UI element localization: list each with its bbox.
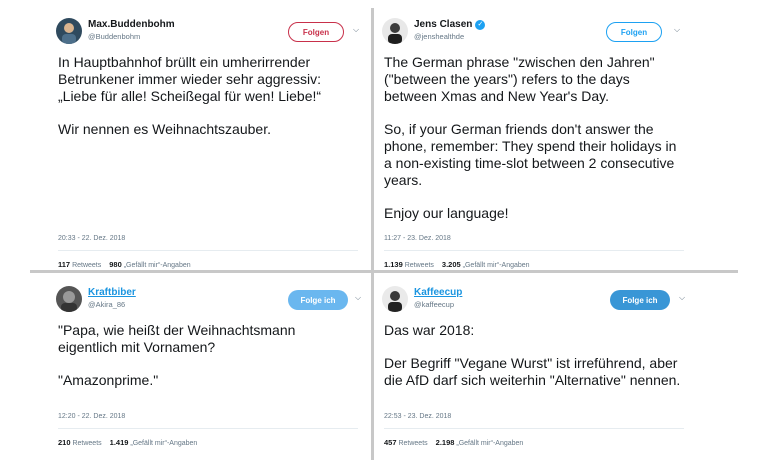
tweet-card-kraftbiber: Kraftbiber @Akira_86 Folge ich ⌵ "Papa, … (50, 278, 368, 458)
panel-divider-horizontal (30, 270, 738, 273)
user-handle[interactable]: @jenshealthde (414, 32, 464, 41)
tweet-paragraph: "Papa, wie heißt der Weihnachtsmann eige… (58, 322, 296, 355)
tweet-stats: 457 Retweets 2.198 „Gefällt mir“-Angaben (384, 438, 523, 447)
separator (58, 250, 358, 251)
tweet-card-jensclasen: Jens Clasen ✓ @jenshealthde Folgen ⌵ The … (376, 10, 694, 269)
user-handle[interactable]: @Buddenbohm (88, 32, 140, 41)
like-label: „Gefällt mir“-Angaben (123, 262, 191, 269)
like-count[interactable]: 1.419 (110, 438, 129, 447)
tweet-timestamp[interactable]: 12:20 - 22. Dez. 2018 (58, 413, 125, 420)
follow-button[interactable]: Folgen (288, 22, 344, 42)
separator (58, 428, 358, 429)
display-name-row: Jens Clasen ✓ (414, 19, 486, 30)
user-handle[interactable]: @Akira_86 (88, 300, 125, 309)
tweet-text: Das war 2018: Der Begriff "Vegane Wurst"… (384, 322, 684, 405)
chevron-down-icon[interactable]: ⌵ (674, 25, 680, 35)
retweet-label: Retweets (72, 440, 102, 447)
avatar[interactable] (382, 18, 408, 44)
retweet-label: Retweets (72, 262, 102, 269)
retweet-label: Retweets (404, 262, 434, 269)
tweet-paragraph: Der Begriff "Vegane Wurst" ist irreführe… (384, 355, 681, 388)
avatar[interactable] (56, 18, 82, 44)
tweet-card-buddenbohm: Max.Buddenbohm @Buddenbohm Folgen ⌵ In H… (50, 10, 368, 269)
user-handle[interactable]: @kaffeecup (414, 300, 454, 309)
chevron-down-icon[interactable]: ⌵ (679, 293, 685, 303)
tweet-text: In Hauptbahnhof brüllt ein umherirrender… (58, 54, 358, 154)
like-count[interactable]: 2.198 (436, 438, 455, 447)
like-count[interactable]: 980 (109, 260, 122, 269)
tweet-paragraph: "Amazonprime." (58, 372, 159, 388)
retweet-label: Retweets (398, 440, 428, 447)
tweet-card-kaffeecup: Kaffeecup @kaffeecup Folge ich ⌵ Das war… (376, 278, 694, 458)
separator (384, 428, 684, 429)
avatar[interactable] (382, 286, 408, 312)
display-name[interactable]: Kraftbiber (88, 287, 136, 298)
chevron-down-icon[interactable]: ⌵ (355, 293, 361, 303)
tweet-timestamp[interactable]: 22:53 - 23. Dez. 2018 (384, 413, 451, 420)
display-name[interactable]: Kaffeecup (414, 287, 462, 298)
display-name[interactable]: Max.Buddenbohm (88, 19, 175, 30)
tweet-paragraph: Wir nennen es Weihnachtszauber. (58, 121, 271, 137)
retweet-count[interactable]: 457 (384, 438, 397, 447)
tweet-paragraph: So, if your German friends don't answer … (384, 121, 677, 188)
tweet-stats: 210 Retweets 1.419 „Gefällt mir“-Angaben (58, 438, 197, 447)
like-label: „Gefällt mir“-Angaben (130, 440, 198, 447)
tweet-text: "Papa, wie heißt der Weihnachtsmann eige… (58, 322, 358, 405)
separator (384, 250, 684, 251)
tweet-timestamp[interactable]: 11:27 - 23. Dez. 2018 (384, 235, 451, 242)
following-button[interactable]: Folge ich (288, 290, 348, 310)
chevron-down-icon[interactable]: ⌵ (353, 25, 359, 35)
like-count[interactable]: 3.205 (442, 260, 461, 269)
panel-divider-vertical (371, 8, 374, 460)
retweet-count[interactable]: 1.139 (384, 260, 403, 269)
tweet-paragraph: Das war 2018: (384, 322, 475, 338)
tweet-paragraph: In Hauptbahnhof brüllt ein umherirrender… (58, 54, 322, 104)
like-label: „Gefällt mir“-Angaben (456, 440, 524, 447)
display-name[interactable]: Jens Clasen (414, 19, 472, 30)
tweet-timestamp[interactable]: 20:33 - 22. Dez. 2018 (58, 235, 125, 242)
avatar[interactable] (56, 286, 82, 312)
retweet-count[interactable]: 117 (58, 260, 70, 269)
tweet-stats: 1.139 Retweets 3.205 „Gefällt mir“-Angabe… (384, 260, 530, 269)
tweet-paragraph: The German phrase "zwischen den Jahren" … (384, 54, 655, 104)
tweet-paragraph: Enjoy our language! (384, 205, 509, 221)
retweet-count[interactable]: 210 (58, 438, 71, 447)
follow-button[interactable]: Folgen (606, 22, 662, 42)
tweet-stats: 117 Retweets 980 „Gefällt mir“-Angaben (58, 260, 191, 269)
verified-badge-icon: ✓ (475, 20, 486, 30)
like-label: „Gefällt mir“-Angaben (462, 262, 530, 269)
following-button[interactable]: Folge ich (610, 290, 670, 310)
tweet-text: The German phrase "zwischen den Jahren" … (384, 54, 684, 238)
